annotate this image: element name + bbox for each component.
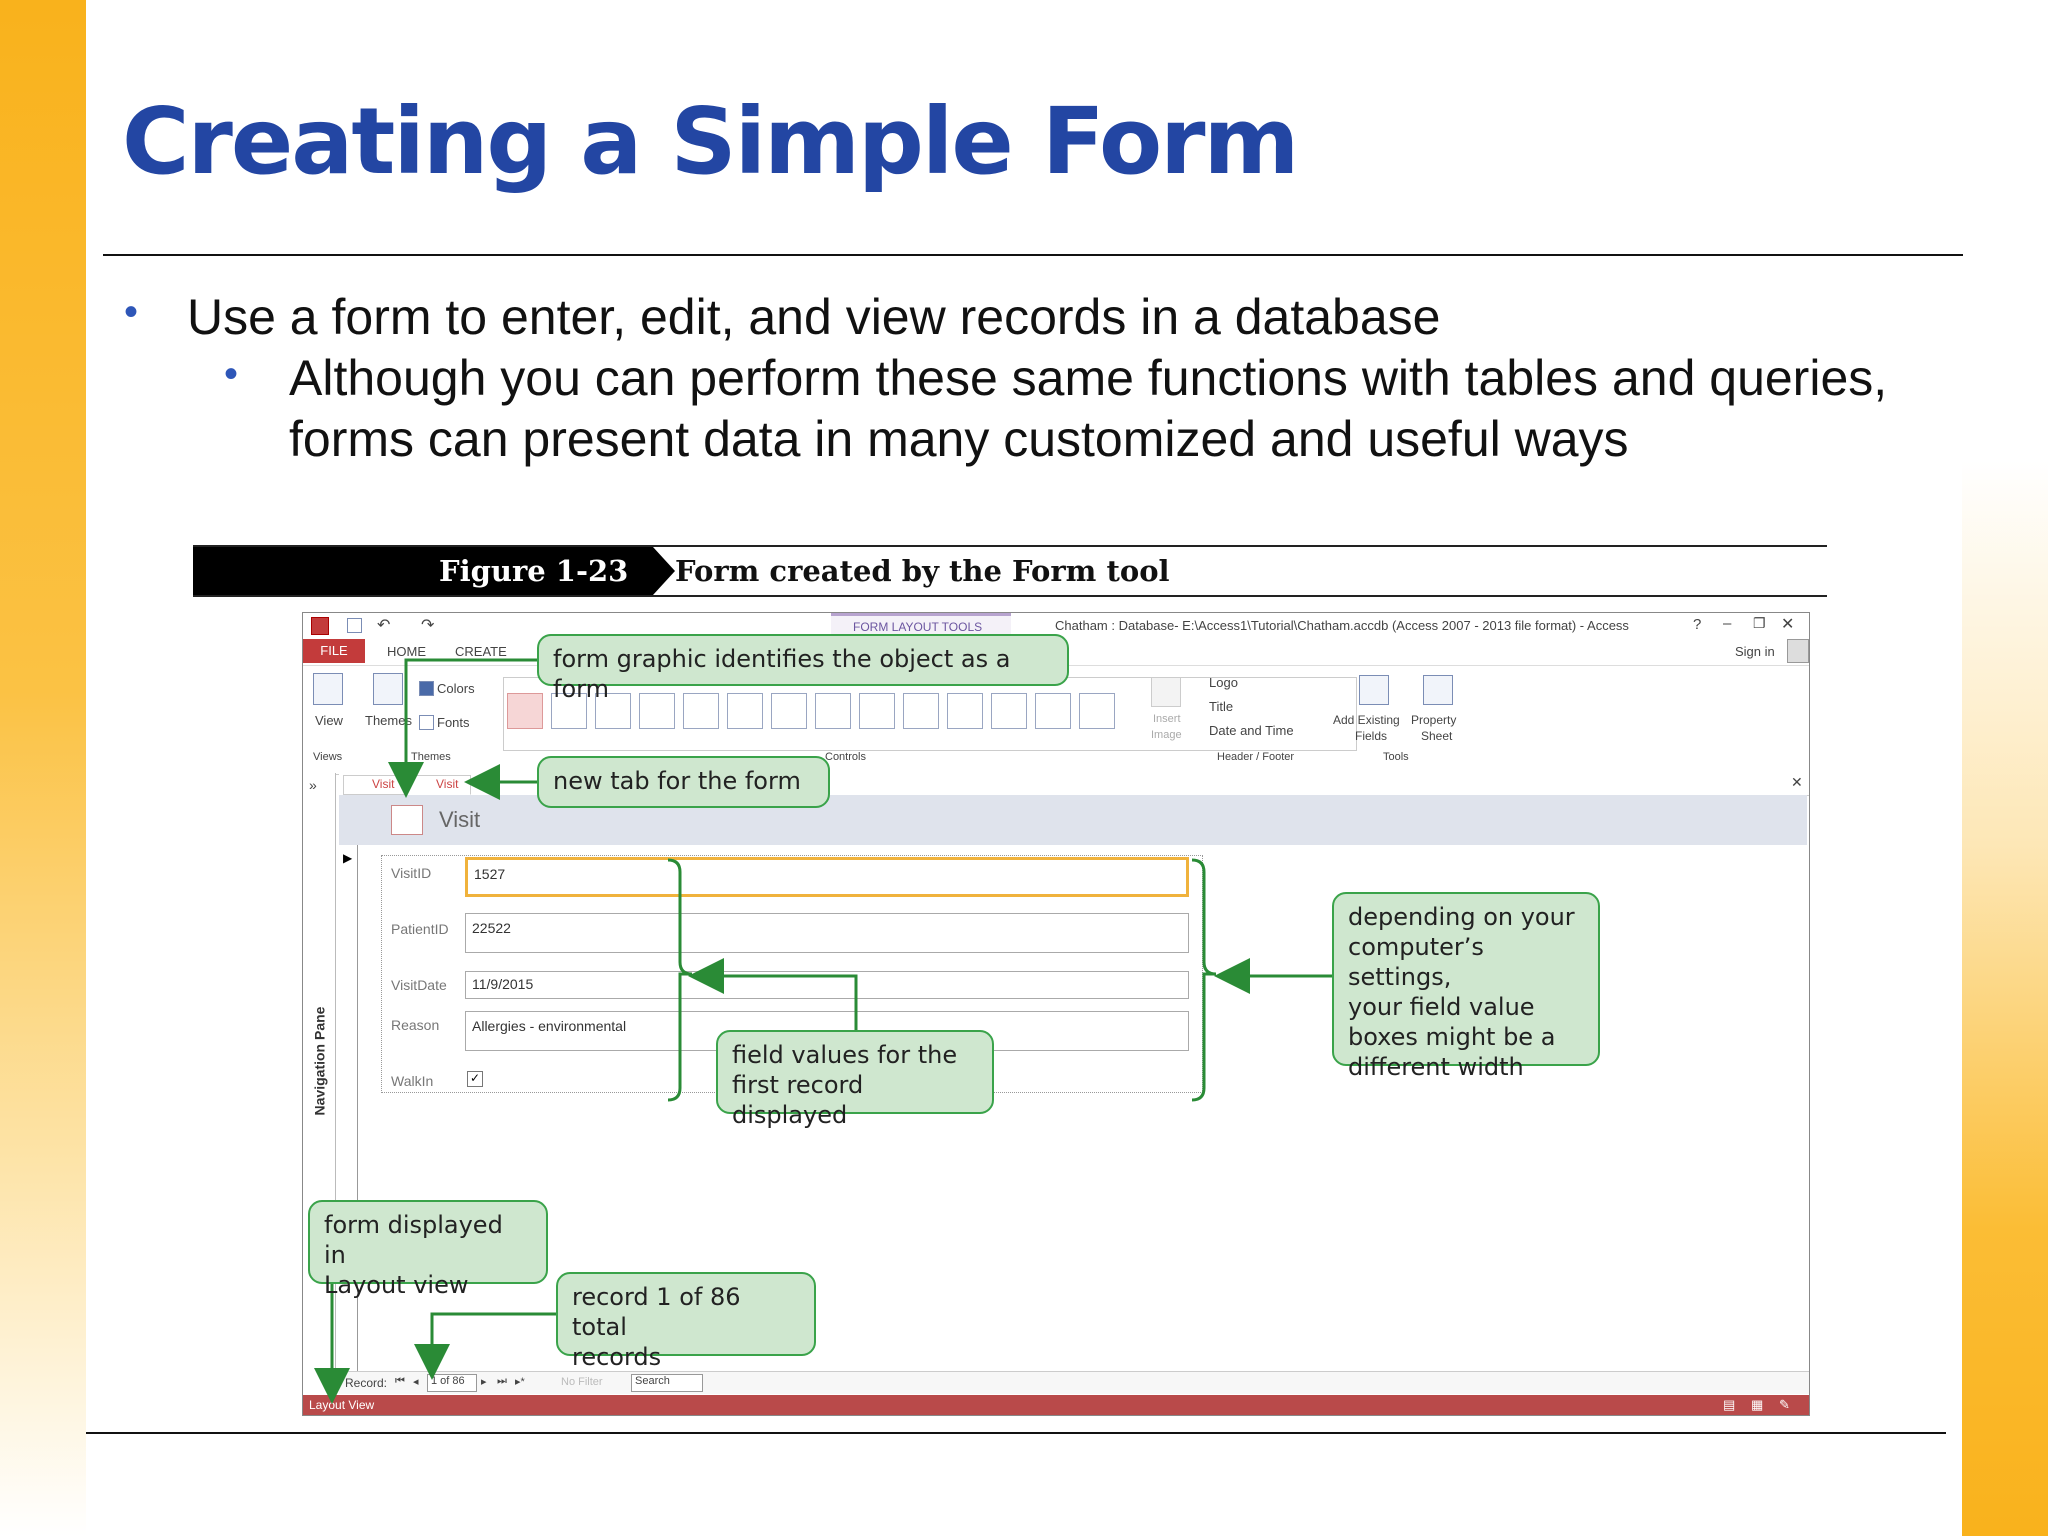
callout-new-tab: new tab for the form [537,756,830,808]
callout-layout-view: form displayed in Layout view [308,1200,548,1299]
callout-record-count: record 1 of 86 total records [556,1272,816,1371]
callout-field-values: field values for the first record displa… [716,1030,994,1129]
callout-form-graphic: form graphic identifies the object as a … [537,634,1069,703]
callout-arrows [314,658,1332,1404]
callout-field-width: depending on your computer’s settings, y… [1332,892,1600,1081]
footer-rule [86,1432,1946,1434]
